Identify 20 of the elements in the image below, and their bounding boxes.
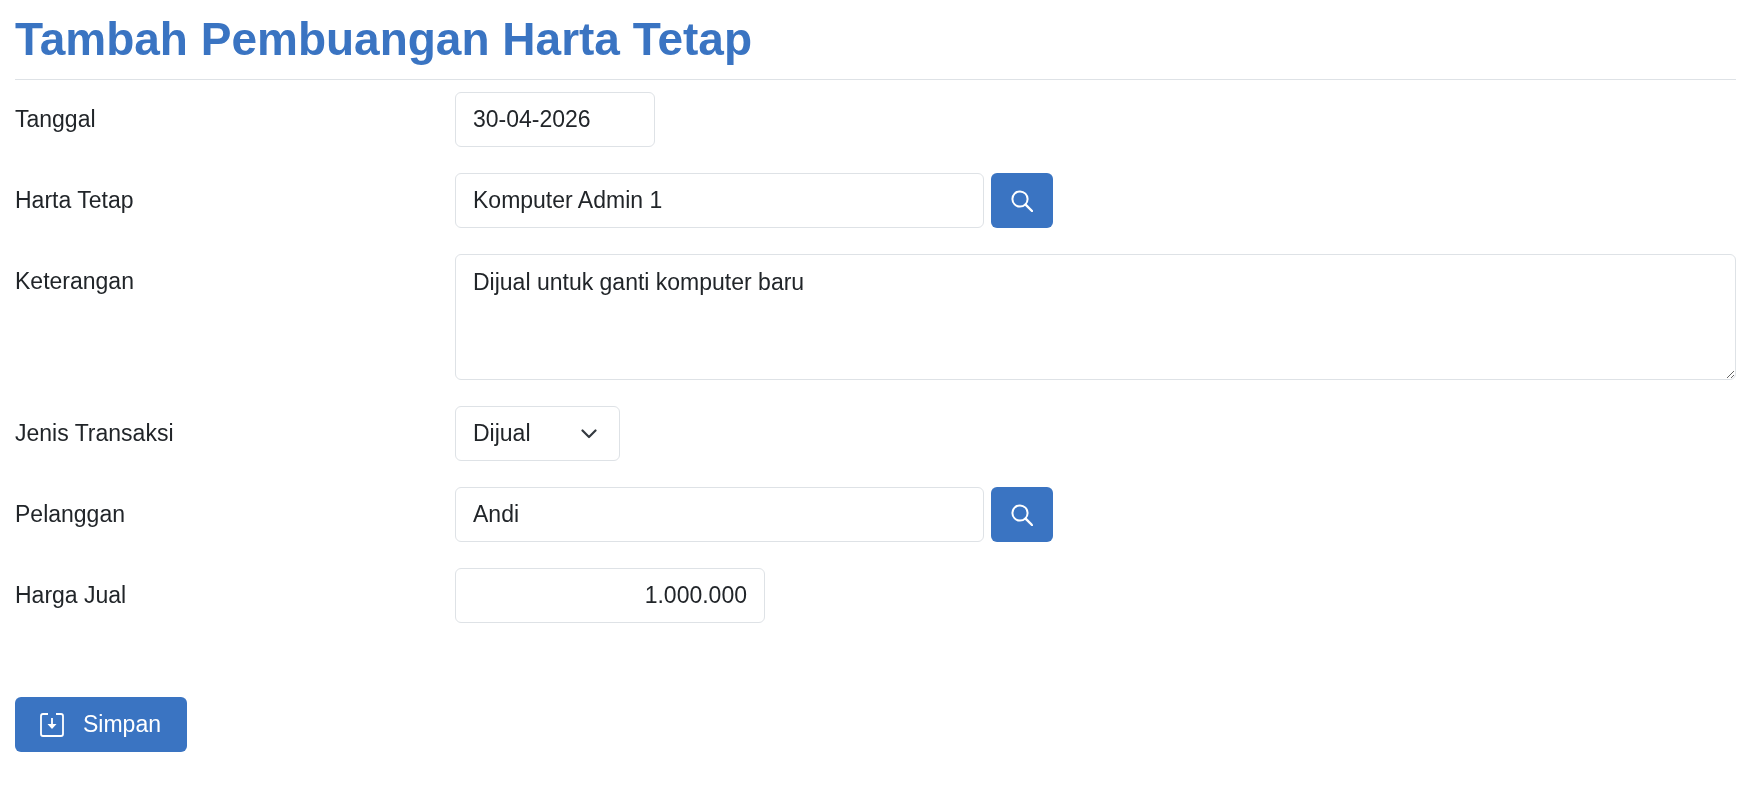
field-label: Pelanggan <box>15 500 126 530</box>
text-field[interactable]: Komputer Admin 1 <box>455 173 984 229</box>
search-icon <box>1011 189 1033 212</box>
field-label: Jenis Transaksi <box>15 419 175 449</box>
field-label: Harta Tetap <box>15 186 135 216</box>
search-icon <box>1011 503 1033 526</box>
field-label: Tanggal <box>15 105 97 135</box>
number-field[interactable]: 1.000.000 <box>455 568 765 624</box>
field-label: Harga Jual <box>15 581 128 611</box>
search-button[interactable] <box>991 173 1053 229</box>
save-icon <box>40 712 64 737</box>
search-button[interactable] <box>991 487 1053 543</box>
text-field[interactable]: Andi <box>455 487 984 543</box>
chevron-down-icon <box>581 428 597 439</box>
date-field[interactable]: 30-04-2026 <box>455 92 655 148</box>
field-label: Keterangan <box>15 267 135 297</box>
dropdown-select[interactable]: Dijual <box>455 406 620 462</box>
save-button[interactable]: Simpan <box>15 697 187 753</box>
text-area[interactable]: Dijual untuk ganti komputer baru <box>455 254 1736 381</box>
page-title: Tambah Pembuangan Harta Tetap <box>15 12 753 67</box>
